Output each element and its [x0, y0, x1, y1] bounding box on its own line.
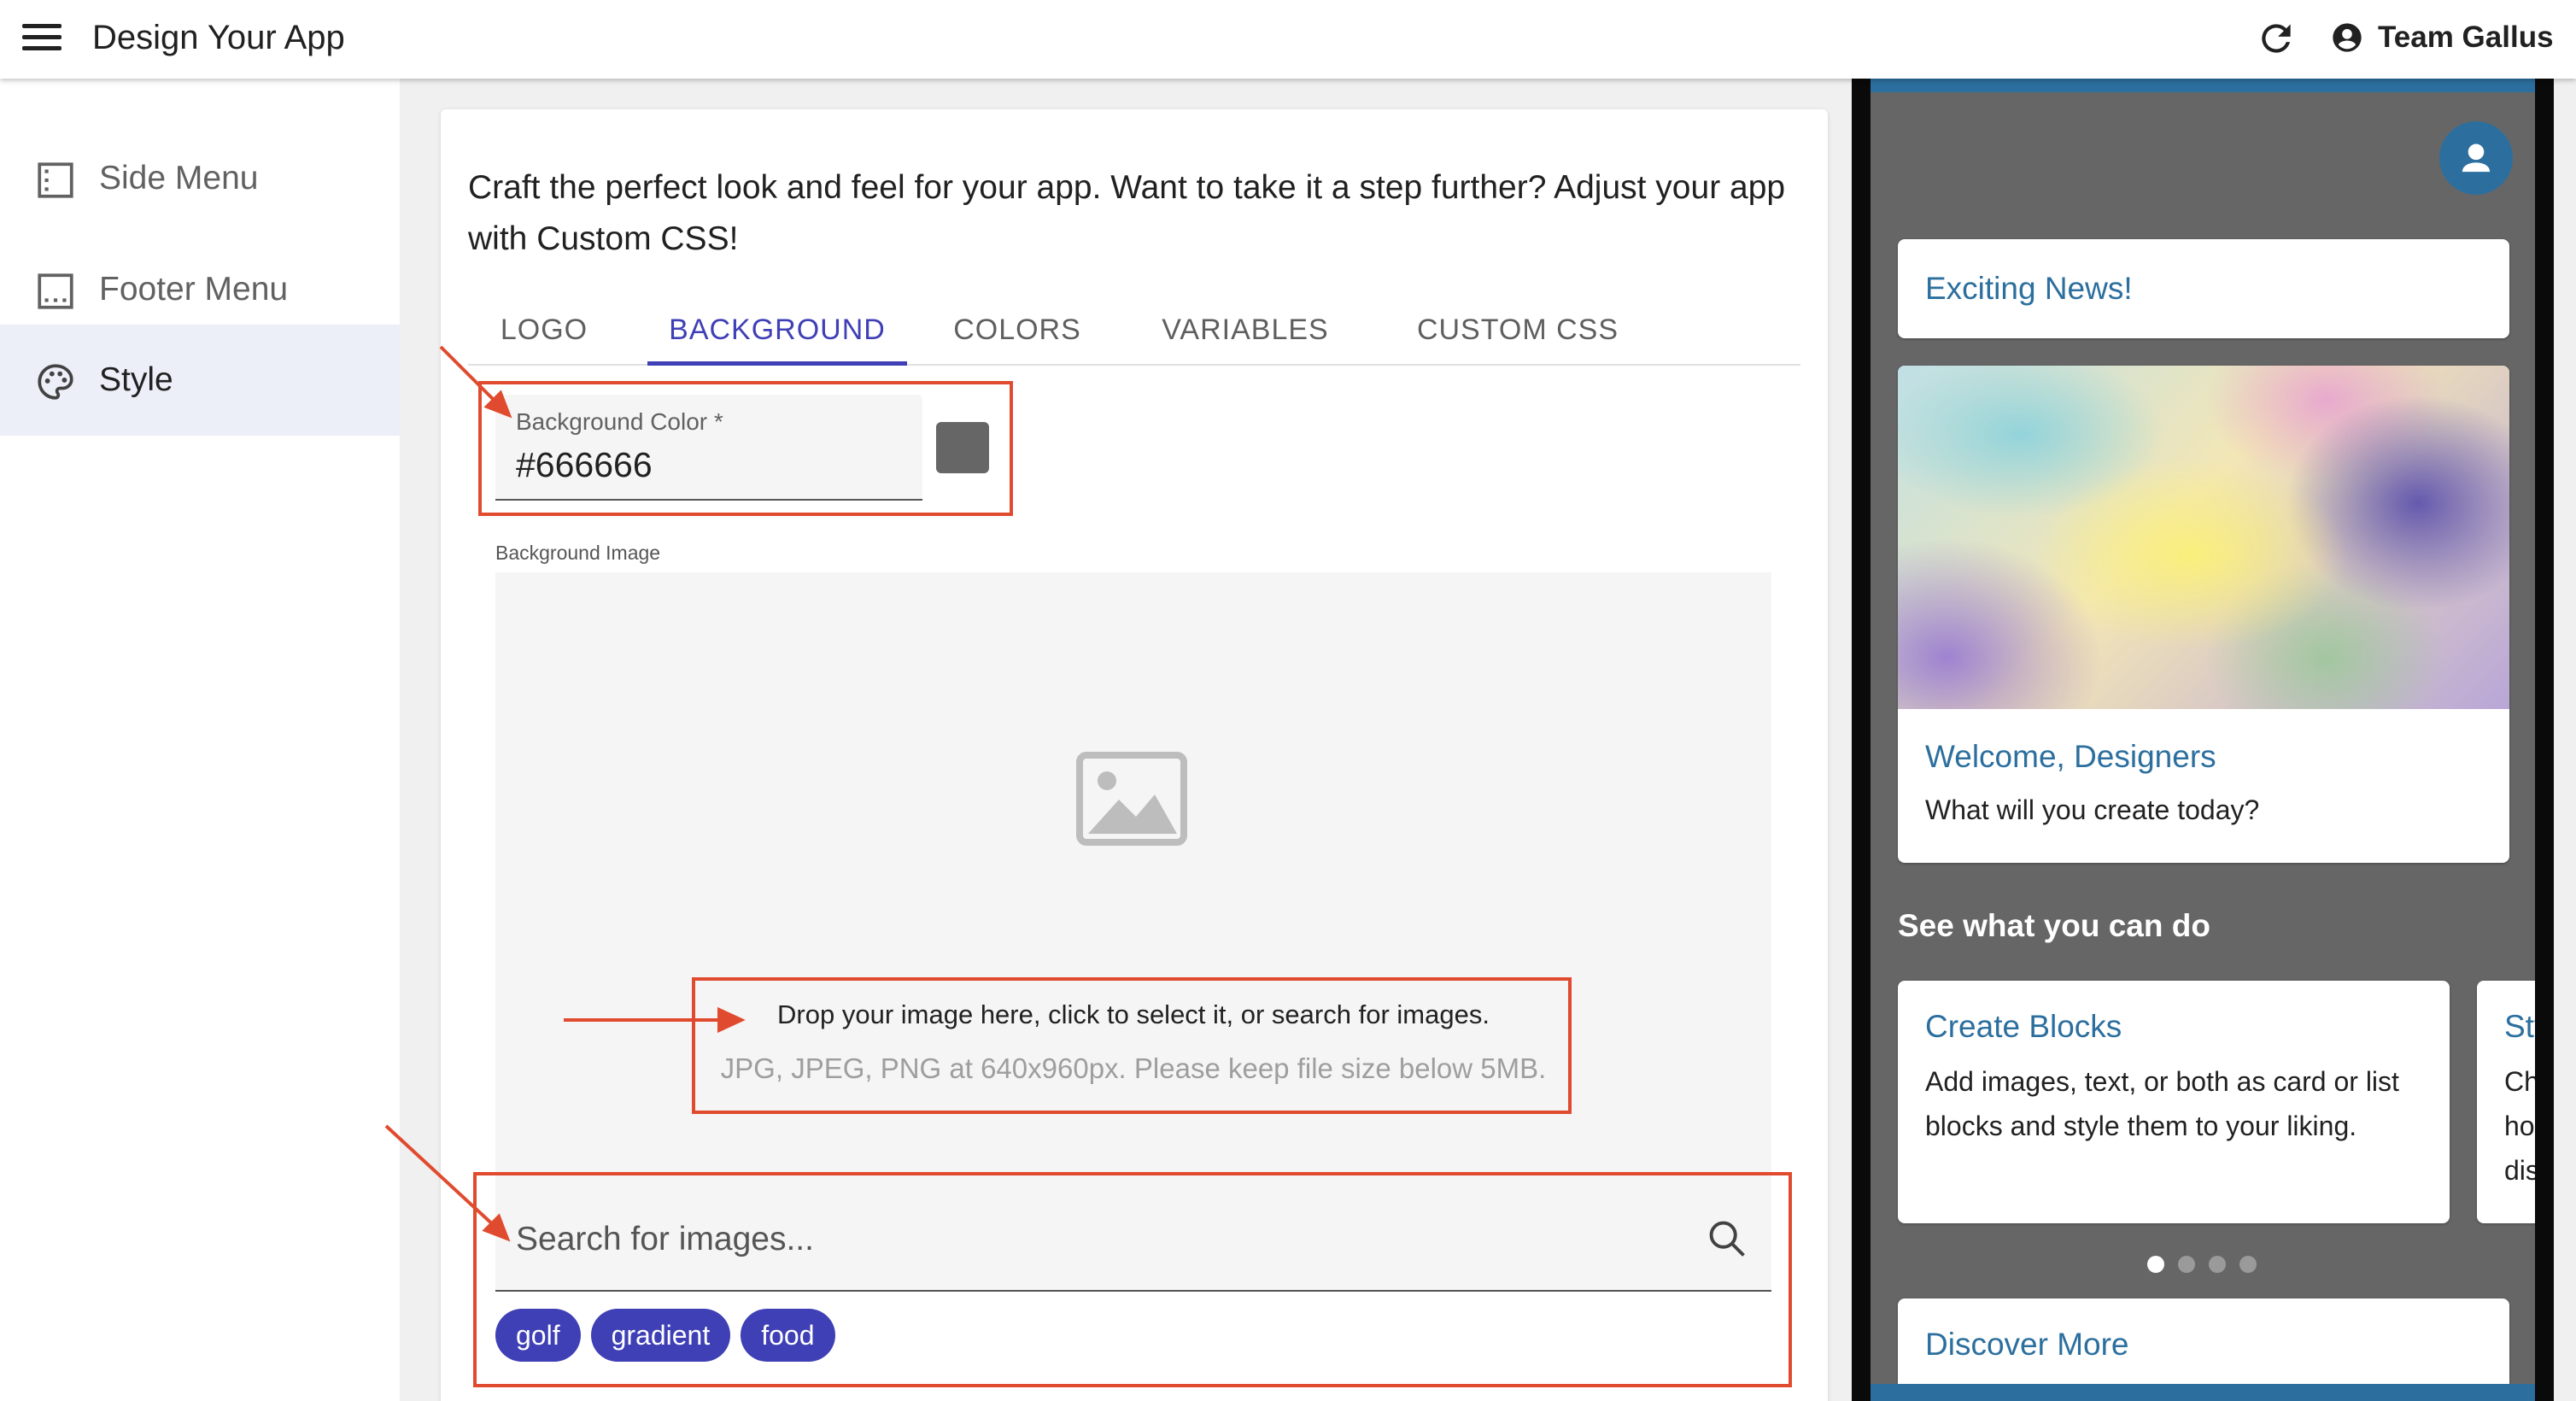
refresh-icon[interactable] [2255, 17, 2298, 60]
preview-card-title: Welcome, Designers [1925, 739, 2216, 774]
sidebar: Side Menu Footer Menu Style [0, 79, 400, 1401]
palette-icon [38, 364, 73, 400]
preview-card-body-line: Ch [2504, 1066, 2535, 1097]
preview-card-title: Discover More [1925, 1327, 2129, 1362]
phone-preview-screen: Exciting News! Welcome, Designers What w… [1871, 79, 2535, 1401]
sidebar-item-label: Footer Menu [99, 271, 289, 308]
intro-text: Craft the perfect look and feel for your… [468, 169, 1786, 257]
preview-top-strip [1871, 79, 2535, 92]
hamburger-menu-icon[interactable] [22, 22, 61, 53]
preview-card-exciting-news[interactable]: Exciting News! [1898, 239, 2509, 338]
annotation-box-image-search [473, 1172, 1792, 1387]
page-title: Design Your App [92, 19, 345, 56]
carousel-dots [2147, 1256, 2270, 1275]
preview-avatar[interactable] [2439, 121, 2513, 195]
tab-colors[interactable]: COLORS [929, 294, 1105, 366]
watercolor-image [1898, 366, 2509, 709]
tab-logo[interactable]: LOGO [468, 294, 620, 366]
background-image-label: Background Image [495, 542, 661, 564]
tab-custom-css[interactable]: CUSTOM CSS [1385, 294, 1650, 366]
user-name[interactable]: Team Gallus [2378, 17, 2554, 58]
account-circle-icon[interactable] [2330, 21, 2364, 55]
style-tabs: LOGO BACKGROUND COLORS VARIABLES CUSTOM … [468, 294, 1800, 366]
sidebar-item-side-menu[interactable]: Side Menu [0, 123, 400, 234]
sidebar-item-label: Side Menu [99, 160, 259, 196]
carousel-dot[interactable] [2209, 1256, 2226, 1273]
tab-variables[interactable]: VARIABLES [1127, 294, 1363, 366]
preview-card-body-line: ho [2504, 1111, 2535, 1141]
annotation-box-dropzone-text [692, 977, 1572, 1114]
preview-card-body: Add images, text, or both as card or lis… [1925, 1066, 2399, 1141]
preview-card-create-blocks[interactable]: Create Blocks Add images, text, or both … [1898, 981, 2450, 1223]
preview-card-welcome[interactable]: Welcome, Designers What will you create … [1898, 366, 2509, 863]
preview-card-style[interactable]: Sty Ch ho dis [2477, 981, 2535, 1223]
image-dropzone[interactable]: Drop your image here, click to select it… [495, 572, 1771, 1263]
carousel-dot[interactable] [2239, 1256, 2257, 1273]
sidebar-item-style[interactable]: Style [0, 325, 400, 436]
carousel-dot[interactable] [2178, 1256, 2195, 1273]
person-icon [2462, 144, 2491, 173]
preview-bottom-strip [1871, 1384, 2535, 1401]
preview-card-title: Sty [2504, 1009, 2535, 1044]
side-menu-icon [38, 162, 73, 198]
carousel-dot[interactable] [2147, 1256, 2164, 1273]
preview-card-title: Create Blocks [1925, 1009, 2122, 1044]
tab-background[interactable]: BACKGROUND [647, 294, 907, 366]
preview-card-body-line: dis [2504, 1155, 2535, 1186]
footer-menu-icon [38, 273, 73, 309]
annotation-box-background-color [478, 381, 1013, 516]
top-app-bar: Design Your App Team Gallus [0, 0, 2576, 79]
preview-card-title: Exciting News! [1925, 271, 2133, 306]
preview-section-heading: See what you can do [1898, 908, 2210, 943]
sidebar-item-label: Style [99, 361, 173, 398]
image-placeholder-icon [1076, 752, 1187, 846]
preview-card-body: What will you create today? [1925, 794, 2260, 825]
